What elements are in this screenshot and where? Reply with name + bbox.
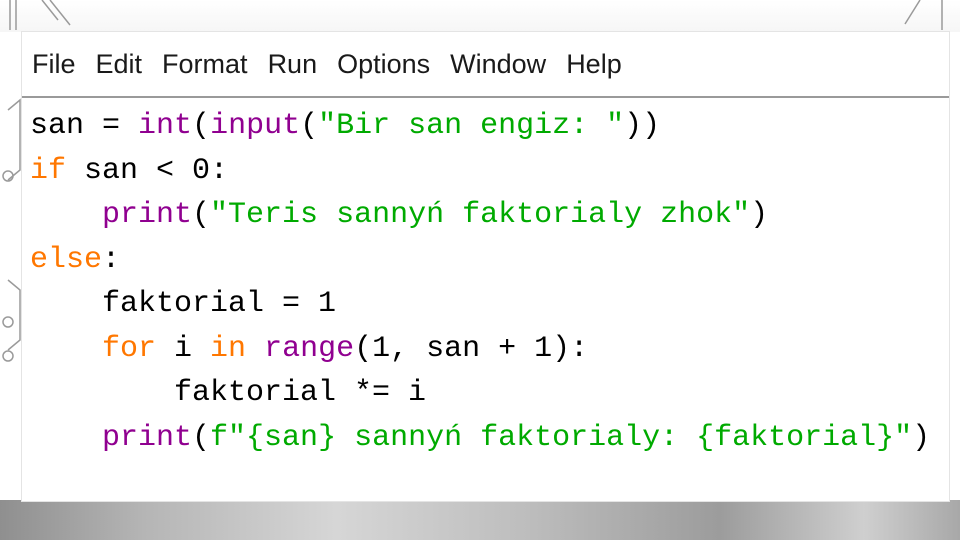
code-line: print(f"{san} sannyń faktorialy: {faktor… [30,416,949,461]
code-line: faktorial *= i [30,371,949,416]
code-token-plain: ( [192,420,211,455]
code-token-plain: faktorial = 1 [30,287,337,321]
code-token-keyword: else [30,242,103,277]
code-token-keyword: for [102,331,157,366]
code-line: san = int(input("Bir san engiz: ")) [30,104,949,149]
code-editor[interactable]: san = int(input("Bir san engiz: ")) if sa… [30,104,949,460]
code-token-string: "Bir san engiz: " [318,109,625,143]
code-token-plain: (1, san + 1): [354,331,589,366]
idle-editor-window: File Edit Format Run Options Window Help… [22,32,949,501]
code-token-plain: : [102,242,121,277]
code-line: faktorial = 1 [30,282,949,327]
code-token-plain: ) [912,420,931,455]
ornament-line [41,0,59,21]
menu-edit[interactable]: Edit [96,32,143,96]
ornament-circle [2,350,14,362]
menu-format[interactable]: Format [162,32,248,96]
code-token-plain: ( [192,198,211,232]
code-token-plain: san = [30,109,139,143]
code-token-builtin: range [264,331,355,366]
code-token-builtin: print [102,420,193,455]
code-token-plain: )) [624,109,661,143]
code-token-plain: faktorial *= i [30,376,427,410]
ornament-line [49,0,71,26]
menu-options[interactable]: Options [337,32,430,96]
ornament-line [7,98,21,181]
menu-help[interactable]: Help [566,32,622,96]
code-token-string: f"{san} sannyń faktorialy: {faktorial}" [210,420,913,455]
menu-window[interactable]: Window [450,32,546,96]
code-token-builtin: input [210,109,301,143]
code-token-plain: ( [300,109,319,143]
ornament-line [904,0,921,25]
code-token-keyword: in [210,331,247,366]
code-token-string: "Teris sannyń faktorialy zhok" [210,198,751,232]
ornament-circle [2,170,14,182]
ornament-line [7,279,21,351]
code-token-builtin: int [138,109,193,143]
slide-top-band [0,0,960,32]
ornament-circle [2,316,14,328]
code-token-plain: san < 0: [66,153,229,188]
menu-file[interactable]: File [32,32,76,96]
ornament-circle [934,516,946,528]
code-token-plain: ( [192,109,211,143]
code-line: else: [30,238,949,283]
code-token-plain: ) [750,198,769,232]
code-token-builtin: print [102,198,193,232]
code-line: print("Teris sannyń faktorialy zhok") [30,193,949,238]
code-token-plain: i [156,331,211,366]
code-line: for i in range(1, san + 1): [30,327,949,372]
menu-run[interactable]: Run [268,32,318,96]
code-line: if san < 0: [30,149,949,194]
code-token-keyword: if [30,153,67,188]
menu-bar: File Edit Format Run Options Window Help [22,32,949,98]
slide-bottom-band [0,500,960,540]
